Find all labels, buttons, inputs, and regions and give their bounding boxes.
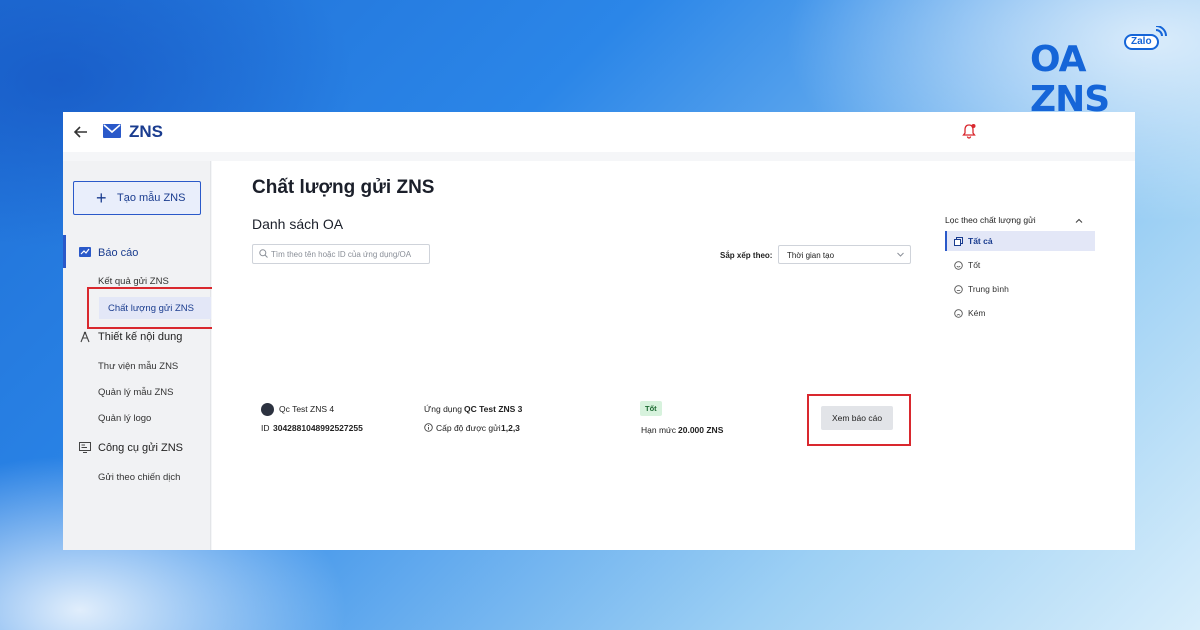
sidebar-section-label: Thiết kế nội dung (98, 331, 183, 343)
smile-face-icon (954, 261, 963, 270)
filter-option-label: Tất cả (968, 236, 993, 246)
app-title: ZNS (129, 122, 163, 141)
oa-id-value: 3042881048992527255 (273, 423, 363, 433)
sidebar-item-campaign-send[interactable]: Gửi theo chiến dịch (98, 472, 180, 483)
sidebar-item-send-quality[interactable]: Chất lượng gửi ZNS (99, 297, 211, 319)
sort-label: Sắp xếp theo: (720, 251, 773, 260)
filter-option-poor[interactable]: Kém (945, 303, 1095, 323)
info-circle-icon (424, 423, 433, 432)
oa-name: Qc Test ZNS 4 (279, 404, 335, 414)
notification-bell-icon[interactable] (962, 123, 976, 139)
app-window: ZNS + Tạo mẫu ZNS Báo cáo Kết quả gửi ZN… (63, 112, 1135, 550)
search-input[interactable] (271, 247, 427, 261)
main-content: Chất lượng gửi ZNS Danh sách OA Sắp xếp … (212, 161, 1135, 550)
sidebar-section-reports[interactable]: Báo cáo (63, 235, 211, 268)
sidebar: + Tạo mẫu ZNS Báo cáo Kết quả gửi ZNS Ch… (63, 161, 211, 550)
level-label: Cấp độ được gửi (436, 423, 501, 433)
sidebar-section-label: Báo cáo (98, 247, 139, 259)
chevron-up-icon[interactable] (1075, 217, 1083, 225)
sidebar-section-label: Công cụ gửi ZNS (98, 442, 184, 454)
filter-option-average[interactable]: Trung bình (945, 279, 1095, 299)
oa-list-row: Qc Test ZNS 4 ID 3042881048992527255 Ứng… (252, 401, 1112, 451)
create-zns-template-button[interactable]: + Tạo mẫu ZNS (73, 181, 201, 215)
limit-label: Hạn mức (641, 425, 676, 435)
top-bar: ZNS (63, 112, 1135, 152)
app-label: Ứng dụng (424, 404, 462, 414)
filter-option-label: Kém (968, 308, 986, 318)
filter-option-label: Tốt (968, 260, 981, 270)
quality-status-badge: Tốt (640, 401, 662, 416)
zns-mail-icon (103, 124, 121, 138)
chevron-down-icon (897, 252, 904, 257)
page-title: Chất lượng gửi ZNS (252, 177, 435, 198)
monitor-tool-icon (79, 442, 91, 453)
design-compass-icon (80, 331, 90, 343)
sort-select[interactable]: Thời gian tạo (778, 245, 911, 264)
plus-icon: + (96, 188, 107, 208)
oa-id-label: ID (261, 423, 270, 433)
level-value: 1,2,3 (501, 423, 520, 433)
create-zns-template-label: Tạo mẫu ZNS (117, 192, 186, 204)
app-name: QC Test ZNS 3 (464, 404, 523, 414)
neutral-face-icon (954, 285, 963, 294)
oa-avatar (261, 403, 274, 416)
sidebar-item-manage-logo[interactable]: Quản lý logo (98, 413, 151, 424)
sidebar-section-content-design[interactable]: Thiết kế nội dung (63, 327, 211, 349)
copy-stack-icon (954, 237, 963, 246)
signal-waves-icon (1155, 26, 1167, 37)
report-chart-icon (79, 247, 91, 257)
active-indicator (63, 235, 66, 268)
oa-zns-logo: OA ZNS Zalo (1030, 26, 1170, 120)
filter-option-label: Trung bình (968, 284, 1009, 294)
view-report-button[interactable]: Xem báo cáo (821, 406, 893, 430)
brand-text: OA ZNS (1030, 39, 1110, 120)
filter-title: Lọc theo chất lượng gửi (945, 215, 1036, 225)
filter-option-good[interactable]: Tốt (945, 255, 1095, 275)
sad-face-icon (954, 309, 963, 318)
sidebar-item-send-results[interactable]: Kết quả gửi ZNS (98, 276, 169, 287)
sort-select-value: Thời gian tạo (787, 251, 835, 260)
limit-value: 20.000 ZNS (678, 425, 724, 435)
sidebar-item-template-library[interactable]: Thư viện mẫu ZNS (98, 361, 178, 372)
sidebar-section-send-tools[interactable]: Công cụ gửi ZNS (63, 438, 211, 460)
section-title: Danh sách OA (252, 216, 344, 232)
search-icon (259, 249, 268, 258)
back-arrow-icon[interactable] (73, 124, 89, 140)
sidebar-item-manage-templates[interactable]: Quản lý mẫu ZNS (98, 387, 174, 398)
search-field[interactable] (252, 244, 430, 264)
filter-option-all[interactable]: Tất cả (945, 231, 1095, 251)
active-indicator (945, 231, 947, 251)
